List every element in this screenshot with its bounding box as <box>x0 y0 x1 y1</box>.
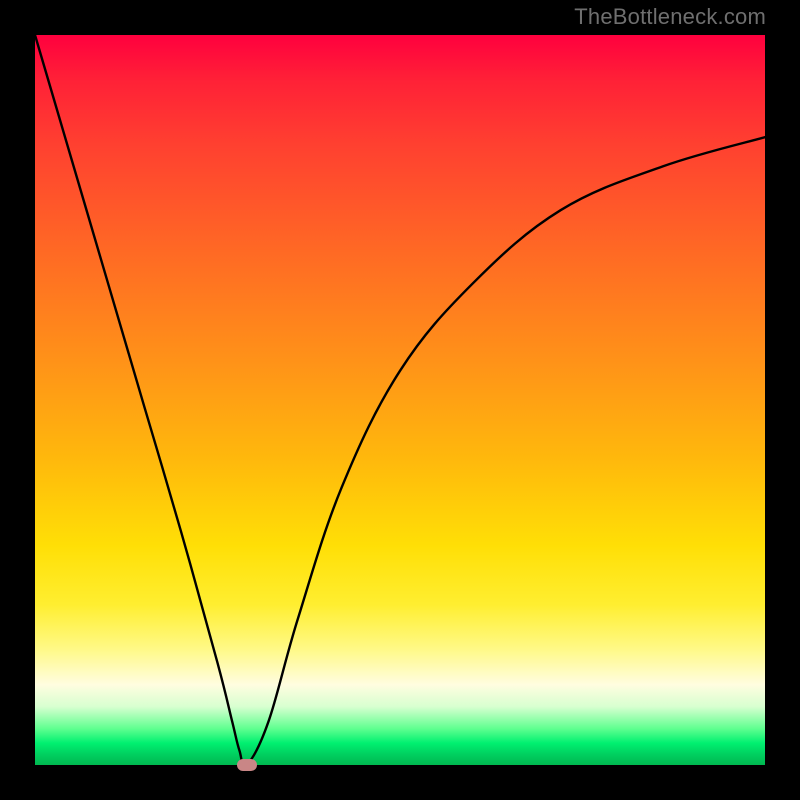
watermark-text: TheBottleneck.com <box>574 4 766 30</box>
bottleneck-curve <box>35 35 765 765</box>
minimum-marker <box>237 759 257 771</box>
plot-area <box>35 35 765 765</box>
chart-frame: TheBottleneck.com <box>0 0 800 800</box>
